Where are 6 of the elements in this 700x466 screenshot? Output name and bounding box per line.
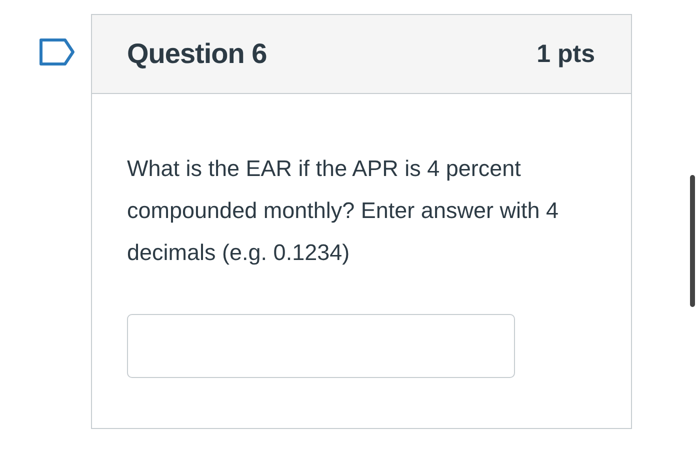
- scroll-bar[interactable]: [690, 175, 695, 307]
- flag-icon[interactable]: [39, 38, 75, 66]
- question-text: What is the EAR if the APR is 4 percent compounded monthly? Enter answer with 4 decimals (e.g. 0.1234): [127, 155, 560, 267]
- points-label: 1 pts: [536, 40, 595, 68]
- answer-field[interactable]: [127, 314, 515, 378]
- question-title: Question 6: [127, 38, 267, 70]
